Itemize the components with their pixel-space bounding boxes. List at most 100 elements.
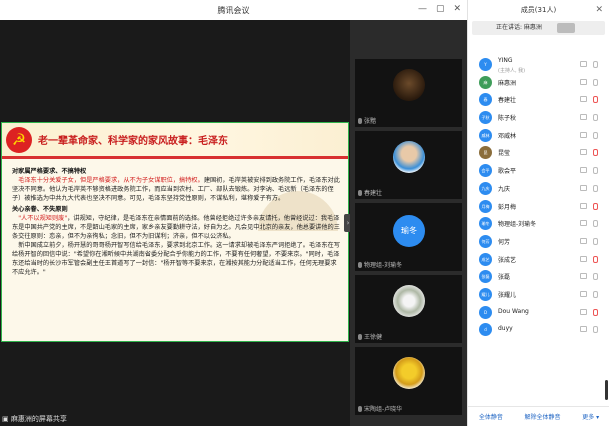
- member-avatar: d: [479, 323, 492, 337]
- minimize-button[interactable]: —: [418, 4, 427, 14]
- mic-icon[interactable]: [593, 78, 598, 86]
- member-name: duyy: [498, 325, 513, 333]
- member-row[interactable]: 耀儿 张耀儿: [468, 286, 609, 304]
- member-name: 张成艺: [498, 256, 517, 264]
- mic-icon[interactable]: [593, 114, 598, 122]
- mute-all-button[interactable]: 全体静音: [479, 412, 503, 421]
- party-emblem-icon: ☭: [6, 127, 32, 153]
- slide-title: 老一辈革命家、科学家的家风故事：毛泽东: [38, 136, 228, 147]
- members-panel-footer: 全体静音 解除全体静音 更多 ▾: [468, 406, 609, 426]
- camera-icon: [580, 237, 587, 244]
- member-name: 张磊: [498, 274, 511, 282]
- mic-icon: [358, 117, 362, 124]
- mic-icon[interactable]: [593, 273, 598, 281]
- member-name: 物理组-刘瑜冬: [498, 221, 537, 229]
- section2-paragraph: "人不以规矩则废"，讲规矩，守纪律，是毛泽东在亲情面前的选择。他曾经拒绝过许多亲…: [12, 214, 340, 241]
- mic-icon[interactable]: [593, 220, 598, 228]
- screen-share-label: ▣ 麻惠洲的屏幕共享: [0, 412, 350, 426]
- member-row[interactable]: 瑜冬 物理组-刘瑜冬: [468, 215, 609, 233]
- member-name: 麻惠洲: [498, 79, 517, 87]
- video-tile[interactable]: 瑜冬 物理组-刘瑜冬: [355, 203, 462, 271]
- mic-icon[interactable]: [593, 290, 598, 298]
- video-tile[interactable]: 张黯: [355, 59, 462, 127]
- member-row[interactable]: 子秋 陈子秋: [468, 109, 609, 127]
- mic-icon[interactable]: [593, 167, 598, 175]
- member-row[interactable]: 昆昆莹: [468, 144, 609, 162]
- speaking-indicator: 正在讲话: 麻惠洲: [472, 21, 605, 35]
- mic-icon[interactable]: [593, 326, 598, 334]
- video-tile[interactable]: 春建壮: [355, 131, 462, 199]
- section1-highlight: 毛泽东十分关爱子女，但是严格要求，从不为子女谋职位，搞特权。: [18, 177, 204, 184]
- mic-icon[interactable]: [593, 149, 598, 157]
- camera-icon: [580, 78, 587, 85]
- participant-photo: [393, 141, 425, 173]
- mic-icon[interactable]: [593, 96, 598, 104]
- section2-heading: 关心亲眷、不失原则: [12, 206, 68, 213]
- speaking-text: 正在讲话: 麻惠洲: [496, 24, 542, 31]
- mic-icon[interactable]: [593, 61, 598, 68]
- more-button[interactable]: 更多 ▾: [582, 412, 599, 421]
- member-name: 春建壮: [498, 97, 517, 105]
- mic-icon[interactable]: [593, 184, 598, 192]
- member-row[interactable]: 威林 邓威林: [468, 127, 609, 145]
- video-tile-label: 张黯: [358, 116, 376, 125]
- member-avatar: 麻: [479, 75, 492, 89]
- screen-share-icon: ▣: [2, 415, 11, 423]
- member-row[interactable]: Y YING (主持人, 我): [468, 56, 609, 74]
- unmute-all-button[interactable]: 解除全体静音: [525, 412, 561, 421]
- member-avatar: 威林: [479, 128, 492, 142]
- maximize-button[interactable]: ▢: [436, 4, 445, 14]
- member-row[interactable]: 何芳 何芳: [468, 233, 609, 251]
- member-row[interactable]: 春春建壮: [468, 91, 609, 109]
- member-name: 张耀儿: [498, 291, 517, 299]
- member-row[interactable]: 麻麻惠洲: [468, 74, 609, 92]
- members-scrollbar[interactable]: [605, 380, 608, 400]
- member-avatar: 会平: [479, 164, 492, 178]
- camera-icon: [580, 308, 587, 315]
- screen-share-owner: 麻惠洲的屏幕共享: [10, 415, 67, 423]
- video-tile[interactable]: 王徐健: [355, 275, 462, 343]
- member-row[interactable]: 张磊 张磊: [468, 268, 609, 286]
- member-avatar: 成艺: [479, 252, 492, 266]
- video-tile-label: 物理组-刘瑜冬: [358, 260, 402, 269]
- section1-heading: 对家属严格要求、不搞特权: [12, 168, 87, 175]
- camera-icon: [580, 184, 587, 191]
- member-avatar: 子秋: [479, 111, 492, 125]
- video-tile[interactable]: 宋陶组-卢晓华: [355, 347, 462, 415]
- mic-icon[interactable]: [593, 202, 598, 210]
- video-tile-label: 春建壮: [358, 188, 382, 197]
- member-row[interactable]: d duyy: [468, 321, 609, 339]
- member-row[interactable]: D Dou Wang: [468, 304, 609, 322]
- video-thumbnail-column: 张黯 春建壮 瑜冬 物理组-刘瑜冬 王徐健 宋陶组-卢晓华: [350, 20, 467, 426]
- member-avatar: 月梅: [479, 199, 492, 213]
- member-row[interactable]: 会平 歌会平: [468, 162, 609, 180]
- participant-photo: [393, 285, 425, 317]
- mic-icon: [358, 261, 362, 268]
- video-tile-label: 宋陶组-卢晓华: [358, 404, 402, 413]
- shared-slide: ☭ 老一辈革命家、科学家的家风故事：毛泽东 对家属严格要求、不搞特权 毛泽东十分…: [1, 122, 349, 342]
- member-name: 昆莹: [498, 150, 511, 158]
- mic-icon[interactable]: [593, 308, 598, 316]
- camera-icon: [580, 61, 587, 67]
- slide-banner-line: [2, 156, 348, 159]
- member-row[interactable]: 月梅 彭月梅: [468, 198, 609, 216]
- section2-paragraph-2: 新中国成立前夕，杨开慧的哥哥杨开智写信给毛泽东，要求到北京工作。这一请求却被毛泽…: [12, 242, 340, 276]
- title-bar: 腾讯会议 — ▢ ✕: [0, 0, 467, 20]
- camera-icon: [580, 220, 587, 227]
- camera-icon: [580, 326, 587, 333]
- member-name: 邓威林: [498, 132, 517, 140]
- close-panel-button[interactable]: ✕: [595, 0, 603, 20]
- section2-highlight: "人不以规矩则废": [18, 215, 68, 222]
- mic-icon[interactable]: [593, 131, 598, 139]
- member-name: 陈子秋: [498, 115, 517, 123]
- member-row[interactable]: 成艺 张成艺: [468, 251, 609, 269]
- close-button[interactable]: ✕: [453, 4, 461, 14]
- member-row[interactable]: 九庆 九庆: [468, 180, 609, 198]
- mic-icon[interactable]: [593, 255, 598, 263]
- mic-icon[interactable]: [593, 237, 598, 245]
- participant-text-avatar: 瑜冬: [393, 215, 425, 247]
- member-avatar: 张磊: [479, 270, 492, 284]
- member-avatar: D: [479, 305, 492, 319]
- camera-icon: [580, 96, 587, 103]
- participant-photo: [393, 357, 425, 389]
